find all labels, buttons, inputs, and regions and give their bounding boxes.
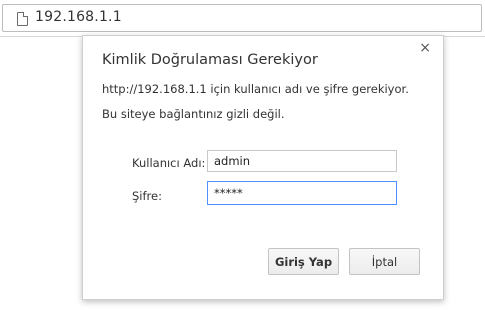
url-text[interactable]: 192.168.1.1: [35, 9, 122, 25]
auth-dialog: Kimlik Doğrulaması Gerekiyor × http://19…: [82, 35, 444, 300]
dialog-title: Kimlik Doğrulaması Gerekiyor: [102, 52, 318, 68]
login-button[interactable]: Giriş Yap: [268, 248, 339, 275]
address-bar: 192.168.1.1: [0, 0, 485, 37]
password-label: Şifre:: [132, 189, 162, 203]
password-input[interactable]: [207, 181, 397, 205]
auth-required-message: http://192.168.1.1 için kullanıcı adı ve…: [102, 82, 409, 96]
omnibox[interactable]: 192.168.1.1: [2, 4, 482, 32]
username-input[interactable]: [207, 150, 397, 172]
connection-warning-message: Bu siteye bağlantınız gizli değil.: [102, 107, 285, 121]
cancel-button[interactable]: İptal: [349, 248, 420, 275]
close-icon[interactable]: ×: [419, 40, 431, 56]
page-icon: [17, 12, 28, 26]
username-label: Kullanıcı Adı:: [132, 156, 206, 170]
